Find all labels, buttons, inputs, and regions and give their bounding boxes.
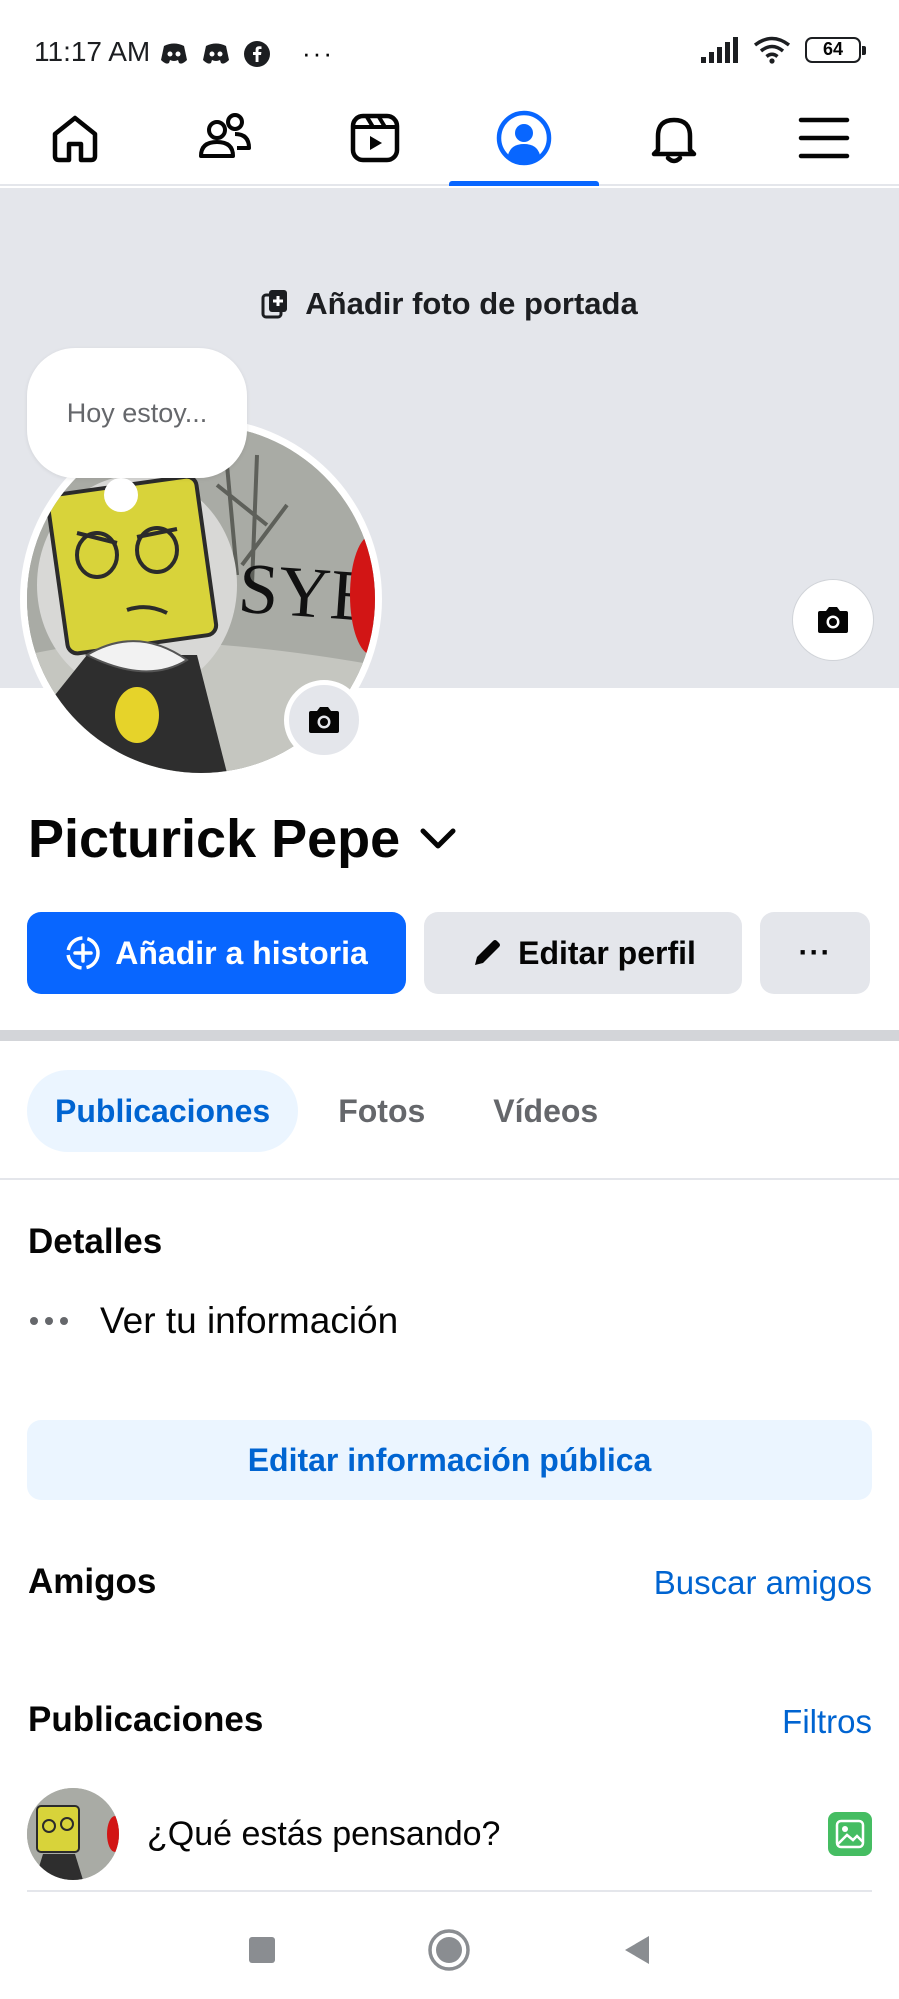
- tab-notifications[interactable]: [599, 92, 749, 184]
- more-dots-icon: [30, 1317, 68, 1325]
- hamburger-icon: [798, 117, 850, 159]
- tab-video[interactable]: [300, 92, 450, 184]
- bell-icon: [651, 117, 697, 164]
- tab-menu[interactable]: [749, 92, 899, 184]
- tab-home[interactable]: [0, 92, 150, 184]
- see-info-row[interactable]: Ver tu información: [28, 1300, 398, 1342]
- tab-profile[interactable]: [449, 92, 600, 186]
- discord-icon: [203, 43, 229, 64]
- signal-icon: [701, 37, 738, 63]
- add-story-label: Añadir a historia: [115, 934, 368, 971]
- camera-icon: [309, 707, 339, 733]
- status-notification-icons: ···: [160, 38, 334, 69]
- profile-tabs: Publicaciones Fotos Vídeos: [27, 1070, 626, 1152]
- tabs-divider: [0, 1178, 899, 1180]
- tab-friends[interactable]: [150, 92, 300, 184]
- filters-link[interactable]: Filtros: [782, 1703, 872, 1741]
- add-photo-icon: [261, 290, 288, 319]
- avatar-thumbnail: [27, 1788, 119, 1880]
- top-navigation: [0, 92, 899, 186]
- back-triangle-icon[interactable]: [621, 1933, 653, 1967]
- add-story-icon: [66, 936, 100, 970]
- status-time: 11:17 AM: [34, 36, 151, 67]
- system-navigation-bar: [0, 1900, 899, 1999]
- status-more: ···: [302, 38, 334, 68]
- profile-icon: [497, 110, 552, 166]
- camera-icon: [818, 607, 848, 633]
- edit-public-info-label: Editar información pública: [247, 1441, 652, 1478]
- more-options-button[interactable]: ···: [760, 912, 870, 994]
- video-icon: [350, 113, 399, 163]
- profile-name-text: Picturick Pepe: [28, 809, 401, 869]
- tab-publicaciones[interactable]: Publicaciones: [27, 1070, 299, 1152]
- tab-videos[interactable]: Vídeos: [465, 1070, 626, 1152]
- add-cover-photo-button[interactable]: Añadir foto de portada: [0, 286, 899, 322]
- cover-camera-button[interactable]: [793, 580, 873, 660]
- battery-icon: 64: [805, 37, 866, 63]
- pencil-icon: [475, 940, 501, 965]
- find-friends-link[interactable]: Buscar amigos: [654, 1564, 872, 1602]
- thought-bubble[interactable]: Hoy estoy...: [27, 348, 247, 478]
- discord-icon: [161, 43, 187, 64]
- composer-avatar: [27, 1788, 119, 1880]
- edit-profile-label: Editar perfil: [518, 934, 696, 971]
- image-icon: [835, 1819, 865, 1849]
- details-title: Detalles: [28, 1222, 163, 1261]
- composer-divider: [27, 1890, 872, 1892]
- recents-square-icon[interactable]: [247, 1935, 277, 1965]
- edit-public-info-button[interactable]: Editar información pública: [27, 1420, 872, 1500]
- tab-fotos[interactable]: Fotos: [310, 1070, 453, 1152]
- edit-profile-button[interactable]: Editar perfil: [424, 912, 742, 994]
- wifi-icon: [753, 36, 791, 64]
- status-bar: 11:17 AM ··· 64: [0, 0, 899, 92]
- add-cover-photo-label: Añadir foto de portada: [305, 286, 638, 321]
- home-icon: [52, 115, 98, 163]
- photo-icon[interactable]: [828, 1812, 872, 1856]
- section-divider: [0, 1030, 899, 1041]
- composer-placeholder: ¿Qué estás pensando?: [147, 1814, 501, 1853]
- profile-name[interactable]: Picturick Pepe: [28, 808, 458, 870]
- add-story-button[interactable]: Añadir a historia: [27, 912, 406, 994]
- status-system-icons: 64: [701, 36, 866, 64]
- friends-icon: [198, 113, 251, 158]
- posts-title: Publicaciones: [28, 1700, 264, 1739]
- thought-bubble-tail: [104, 478, 138, 512]
- profile-actions: Añadir a historia Editar perfil ···: [27, 912, 872, 994]
- avatar-camera-button[interactable]: [284, 680, 364, 760]
- thought-placeholder: Hoy estoy...: [66, 397, 208, 428]
- home-circle-icon[interactable]: [427, 1928, 471, 1972]
- more-options-label: ···: [798, 936, 832, 969]
- see-info-label: Ver tu información: [100, 1300, 399, 1341]
- post-composer[interactable]: ¿Qué estás pensando?: [27, 1788, 872, 1880]
- facebook-icon: [244, 40, 270, 67]
- chevron-down-icon: [420, 828, 456, 849]
- friends-title: Amigos: [28, 1562, 157, 1601]
